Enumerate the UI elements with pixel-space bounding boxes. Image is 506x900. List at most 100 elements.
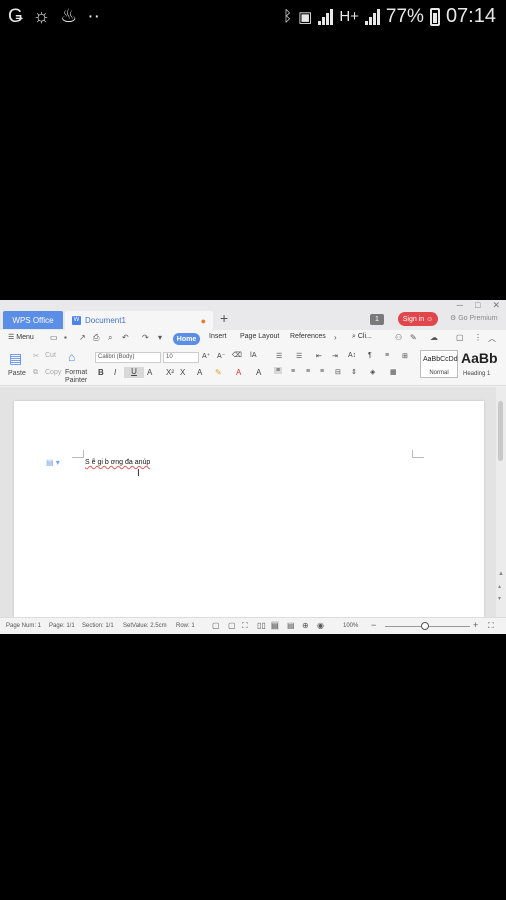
row-count[interactable]: Row: 1 [176,623,195,629]
highlight-icon[interactable]: ✎ [215,368,222,377]
save-icon[interactable]: ▪ [64,333,67,342]
tab-insert[interactable]: Insert [209,333,227,340]
underline-button[interactable]: U [124,367,144,378]
prev-page-icon[interactable]: ▴ [498,583,501,590]
cut-button[interactable]: Cut [45,352,56,359]
g-icon: Ǥ [8,6,23,27]
subscript-icon[interactable]: X [180,368,185,377]
page-num[interactable]: Page Num: 1 [6,623,41,629]
align-right-icon[interactable]: ≡ [306,368,310,375]
document-tab[interactable]: W Document1 ● [65,311,213,330]
zoom-level[interactable]: 100% [343,623,358,629]
line-spacing-icon[interactable]: ≡ [385,352,389,359]
more-icon[interactable]: ⋮ [474,333,482,342]
decrease-font-icon[interactable]: A⁻ [217,352,225,360]
close-icon[interactable]: ✕ [492,300,500,311]
outline-view-icon[interactable]: ▢ [212,621,220,630]
italic-button[interactable]: I [114,368,116,377]
maximize-icon[interactable]: □ [475,300,480,311]
scrollbar-thumb[interactable] [498,401,503,461]
sign-in-button[interactable]: Sign in ☺ [398,312,438,326]
open-icon[interactable]: ▭ [50,333,58,342]
vertical-scrollbar[interactable]: ▲ ▴ ▾ [496,387,506,617]
distribute-icon[interactable]: ⊟ [335,368,341,376]
decrease-indent-icon[interactable]: ⇤ [316,352,322,360]
new-tab-button[interactable]: + [220,310,228,326]
eye-protection-icon[interactable]: ◉ [317,621,324,630]
justify-icon[interactable]: ≡ [320,368,324,375]
font-size-select[interactable]: 10 [163,352,199,363]
print-layout-icon[interactable]: ▤ [271,621,279,630]
redo-icon[interactable]: ↷ [142,333,149,342]
go-premium-button[interactable]: ⚙ Go Premium [450,314,498,322]
globe-icon[interactable]: ⊕ [302,621,309,630]
paragraph-spacing-icon[interactable]: ⇕ [351,368,357,376]
increase-font-icon[interactable]: A⁺ [202,352,210,360]
edit-icon[interactable]: ✎ [410,333,417,342]
preview-icon[interactable]: ⌕ [108,333,112,343]
bold-button[interactable]: B [98,368,104,377]
set-value[interactable]: SetValue: 2.5cm [123,623,167,629]
tab-home[interactable]: Home [173,333,200,345]
comment-icon[interactable]: ▢ [456,333,464,342]
customize-icon[interactable]: ▾ [158,333,162,342]
minimize-icon[interactable]: ─ [457,300,463,311]
web-layout-icon[interactable]: ▤ [287,621,295,630]
format-painter-icon[interactable]: ⌂ [68,350,75,364]
borders-icon[interactable]: ▦ [390,368,397,376]
paste-icon[interactable]: ▤ [9,350,22,367]
share-icon[interactable]: ⚇ [395,333,402,342]
menu-button[interactable]: ☰ Menu [8,333,34,341]
text-effects-icon[interactable]: ǀA [250,352,257,359]
collapse-ribbon-icon[interactable]: ︿ [488,333,496,344]
two-page-icon[interactable]: ▯▯ [257,621,266,630]
style-heading-1[interactable]: AaBb Heading 1 [460,350,502,378]
zoom-out-icon[interactable]: − [371,620,376,630]
status-right-icons: ᛒ ▣ H+ 77% 07:14 [283,5,496,28]
strikethrough-icon[interactable]: A [147,368,152,377]
font-style-icon[interactable]: A [197,368,202,377]
format-painter-label-2[interactable]: Painter [65,377,87,384]
format-painter-label-1[interactable]: Format [65,369,87,376]
clear-format-icon[interactable]: ⌫ [232,351,242,359]
align-left-icon[interactable]: ≡ [274,367,283,374]
font-name-select[interactable]: Calibri (Body) [95,352,161,363]
numbered-list-icon[interactable]: ☰ [296,352,302,360]
export-icon[interactable]: ↗ [79,333,86,342]
bullet-list-icon[interactable]: ☰ [276,352,282,360]
section-count[interactable]: Section: 1/1 [82,623,114,629]
style-normal-sample: AaBbCcDd [423,356,458,363]
tab-references[interactable]: References [290,333,326,340]
paragraph-handle-icon[interactable]: ▤ ▾ [46,458,60,467]
tab-page-layout[interactable]: Page Layout [240,333,279,340]
wps-office-tab[interactable]: WPS Office [3,311,63,329]
zoom-slider-knob[interactable] [421,622,429,630]
more-tabs-icon[interactable]: › [334,333,337,342]
document-page[interactable]: ▤ ▾ S ẽ gi b ơng đa anúp I [14,401,484,617]
page-view-icon[interactable]: ▢ [228,621,236,630]
window-count-badge[interactable]: 1 [370,314,384,325]
char-shading-icon[interactable]: A [256,368,261,377]
paste-button[interactable]: Paste [8,370,26,377]
cloud-icon[interactable]: ☁ [430,333,438,342]
scroll-up-icon[interactable]: ▲ [498,571,504,577]
undo-icon[interactable]: ↶ [122,333,129,342]
table-icon[interactable]: ⊞ [402,352,408,360]
print-icon[interactable]: ⎙ [93,333,99,343]
font-color-icon[interactable]: A [236,368,241,377]
next-page-icon[interactable]: ▾ [498,595,501,602]
show-marks-icon[interactable]: ¶ [368,352,372,359]
search-box[interactable]: ⌕ Cli... [352,333,372,341]
fullscreen-icon[interactable]: ⛶ [242,621,248,631]
style-normal[interactable]: AaBbCcDd Normal [420,350,458,378]
increase-indent-icon[interactable]: ⇥ [332,352,338,360]
superscript-icon[interactable]: X² [166,368,174,377]
align-center-icon[interactable]: ≡ [291,368,295,375]
copy-button[interactable]: Copy [45,369,61,376]
page-count[interactable]: Page: 1/1 [49,623,75,629]
sort-icon[interactable]: A↕ [348,352,356,359]
fit-page-icon[interactable]: ⛶ [488,621,494,631]
shading-icon[interactable]: ◈ [370,368,375,376]
document-text[interactable]: S ẽ gi b ơng đa anúp [85,459,150,466]
zoom-in-icon[interactable]: + [473,620,478,630]
